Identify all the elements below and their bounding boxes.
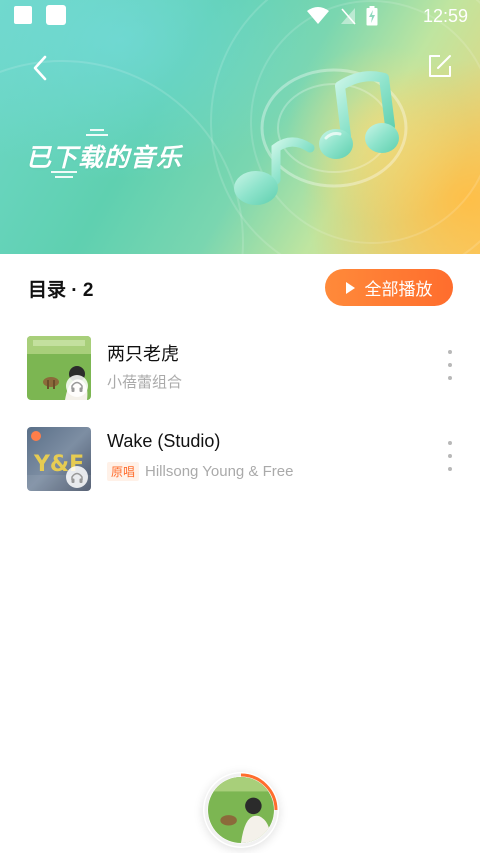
chevron-left-icon xyxy=(33,55,47,81)
song-title: Wake (Studio) xyxy=(107,431,221,451)
play-all-button[interactable]: 全部播放 xyxy=(325,269,453,306)
dot xyxy=(448,467,452,471)
battery-charging-icon xyxy=(366,6,378,26)
edit-button[interactable] xyxy=(422,48,458,84)
dot xyxy=(448,363,452,367)
play-all-label: 全部播放 xyxy=(364,280,433,300)
no-signal-icon xyxy=(341,8,356,25)
album-cover: Y&F xyxy=(27,427,91,491)
back-button[interactable] xyxy=(22,50,58,86)
more-options-button[interactable] xyxy=(442,441,458,471)
song-row[interactable]: 两只老虎 小蓓蕾组合 xyxy=(0,328,480,406)
album-cover xyxy=(27,336,91,400)
headphone-icon xyxy=(66,375,88,397)
list-header: 目录 · 2 xyxy=(28,280,94,301)
notification-icon xyxy=(14,6,32,24)
now-playing-cover xyxy=(208,777,274,843)
play-icon xyxy=(345,281,355,294)
dot xyxy=(448,454,452,458)
edit-icon xyxy=(429,55,451,77)
artist-name: 小蓓蕾组合 xyxy=(107,374,183,391)
song-row[interactable]: Y&F Wake (Studio) 原唱 Hillsong Young & Fr… xyxy=(0,419,480,497)
song-list-panel: 目录 · 2 全部播放 两只老虎 小蓓蕾组合 Y&F Wake (Studio)… xyxy=(0,254,480,853)
status-time: 12:59 xyxy=(422,6,468,26)
song-artist: 小蓓蕾组合 xyxy=(107,371,182,392)
mini-player-button[interactable] xyxy=(203,772,279,848)
status-bar: 12:59 xyxy=(0,0,480,34)
headphone-icon xyxy=(66,466,88,488)
dot xyxy=(448,350,452,354)
original-badge: 原唱 xyxy=(107,462,140,481)
dot xyxy=(448,441,452,445)
song-title: 两只老虎 xyxy=(107,344,179,364)
header-banner: 12:59 已下载的音乐 xyxy=(0,0,480,254)
page-title: 已下载的音乐 xyxy=(26,143,183,172)
music-note-illustration xyxy=(234,68,408,205)
artist-name: Hillsong Young & Free xyxy=(145,463,294,480)
status-icons xyxy=(306,6,378,26)
notification-icon xyxy=(46,5,66,25)
album-art-image xyxy=(208,777,274,843)
song-artist: 原唱 Hillsong Young & Free xyxy=(107,462,293,481)
wifi-icon xyxy=(307,7,329,24)
dot xyxy=(448,376,452,380)
more-options-button[interactable] xyxy=(442,350,458,380)
